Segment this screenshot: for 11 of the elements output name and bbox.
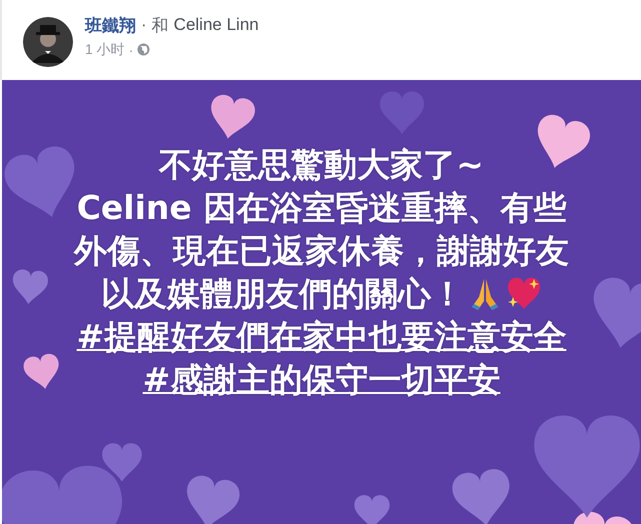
tagged-name[interactable]: Celine Linn [174,15,259,35]
with-label: 和 [152,14,169,36]
separator: · [128,42,134,58]
author-name[interactable]: 班鐵翔 [85,14,136,36]
hashtag-link[interactable]: #提醒好友們在家中也要注意安全 [76,315,566,358]
post-text-line: 不好意思驚動大家了~ [159,144,484,186]
post-text-line: Celine 因在浴室昏迷重摔、有些 [76,187,566,229]
post-text-line: 以及媒體朋友們的關心！ [101,273,464,315]
separator: · [141,15,147,35]
hashtag-link[interactable]: #感謝主的保守一切平安 [142,358,500,401]
post-text-line: 外傷、現在已返家休養，謝謝好友 [74,230,569,272]
